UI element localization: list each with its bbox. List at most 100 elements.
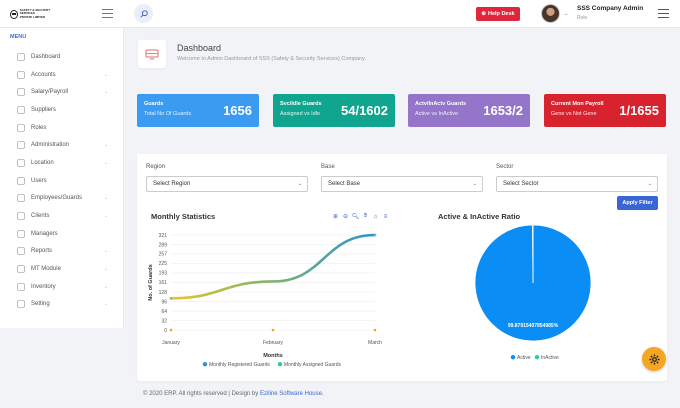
chart-toolbar: ⊕ ⊖ 🔍︎ ✋︎ ⌂ ≡ <box>332 213 389 220</box>
chevron-down-icon: ⌄ <box>103 195 108 202</box>
company-logo[interactable]: SAFETY & SECURITY SERVICES PRIVATE LIMIT… <box>10 8 58 20</box>
stat-card[interactable]: Actv/InActv Guards Active vs InActive 1653… <box>408 94 530 127</box>
managers-icon <box>16 229 25 238</box>
sidebar-item-suppliers[interactable]: Suppliers <box>0 101 124 119</box>
dashboard-header-icon <box>138 40 166 68</box>
stat-card[interactable]: Current Mon Payroll Gene vs Not Gene 1/165… <box>544 94 666 127</box>
stat-card[interactable]: Guards Total No Of Guards 1656 <box>137 94 259 127</box>
help-desk-label: Help Desk <box>488 11 515 17</box>
stat-card-subtitle: Assigned vs Idle <box>280 111 321 117</box>
sidebar-item-label: Location <box>31 159 54 166</box>
sidebar-item-employees-guards[interactable]: Employees/Guards ⌄ <box>0 190 124 208</box>
sidebar-item-users[interactable]: Users <box>0 172 124 190</box>
sidebar-item-reports[interactable]: Reports ⌄ <box>0 243 124 261</box>
page-title: Dashboard <box>177 43 222 53</box>
chevron-down-icon: ⌄ <box>103 283 108 290</box>
sidebar-item-label: Administration <box>31 142 70 149</box>
region-label: Region <box>146 164 166 170</box>
chevron-down-icon: ⌄ <box>297 181 302 187</box>
y-tick-label: 64 <box>161 309 167 315</box>
y-tick-label: 32 <box>161 318 167 324</box>
magnify-icon[interactable]: 🔍︎ <box>352 213 360 220</box>
sidebar-item-inventory[interactable]: Inventory ⌄ <box>0 278 124 296</box>
dashboard-panel: Region Select Region ⌄ Base Select Base … <box>137 154 667 381</box>
base-select[interactable]: Select Base ⌄ <box>321 176 483 192</box>
footer-link[interactable]: Eziline Software House. <box>260 391 324 397</box>
settings-button[interactable] <box>642 347 666 371</box>
pan-icon[interactable]: ✋︎ <box>362 213 369 220</box>
sidebar-item-label: MT Module <box>31 266 61 273</box>
users-icon <box>16 176 25 185</box>
stat-card-subtitle: Total No Of Guards <box>144 111 192 117</box>
stat-card-title: Current Mon Payroll <box>551 101 604 107</box>
pie-chart: 99.87915407854985% Active InActive <box>474 224 592 361</box>
top-bar: SAFETY & SECURITY SERVICES PRIVATE LIMIT… <box>0 0 680 28</box>
logo-text-line2: PRIVATE LIMITED <box>19 14 46 19</box>
sidebar-item-setting[interactable]: Setting ⌄ <box>0 296 124 314</box>
sidebar-item-label: Inventory <box>31 283 56 290</box>
data-point-registered <box>271 280 275 283</box>
sidebar-item-roles[interactable]: Roles <box>0 119 124 137</box>
chart-menu-icon[interactable]: ≡ <box>382 213 389 220</box>
reset-home-icon[interactable]: ⌂ <box>372 213 379 220</box>
search-icon <box>139 9 148 18</box>
region-select[interactable]: Select Region ⌄ <box>146 176 308 192</box>
user-avatar[interactable] <box>541 4 560 23</box>
x-axis-label: Months <box>263 353 283 359</box>
sidebar-item-managers[interactable]: Managers <box>0 225 124 243</box>
sidebar-item-label: Dashboard <box>31 53 61 60</box>
sidebar-item-clients[interactable]: Clients ⌄ <box>0 207 124 225</box>
chevron-down-icon: ⌄ <box>472 181 477 187</box>
sidebar-item-location[interactable]: Location ⌄ <box>0 154 124 172</box>
chevron-down-icon[interactable]: ⌄ <box>564 11 568 17</box>
user-role: Role <box>577 15 588 21</box>
stat-card-title: Actv/InActv Guards <box>415 101 467 107</box>
y-tick-label: 225 <box>159 261 168 267</box>
sidebar-item-administration[interactable]: Administration ⌄ <box>0 136 124 154</box>
page-header: Dashboard Welcome to Admin Dashboard of … <box>124 28 680 83</box>
stat-card-title: Svc/Idle Guards <box>280 101 322 107</box>
data-point-assigned <box>271 328 275 332</box>
legend-label[interactable]: InActive <box>541 355 559 361</box>
data-point-assigned <box>373 328 377 332</box>
sidebar-toggle-icon[interactable] <box>102 9 113 18</box>
payroll-icon <box>16 88 25 97</box>
apply-filter-button[interactable]: Apply Filter <box>617 196 658 210</box>
search-button[interactable] <box>134 4 153 23</box>
stat-card[interactable]: Svc/Idle Guards Assigned vs Idle 54/1602 <box>273 94 395 127</box>
base-select-value: Select Base <box>328 181 361 187</box>
help-desk-button[interactable]: ⊕ Help Desk <box>476 7 520 21</box>
sidebar: MENU Dashboard Accounts ⌄ Salary/Payroll ⌄ Su… <box>0 28 124 328</box>
zoom-in-icon[interactable]: ⊕ <box>332 213 339 220</box>
stat-card-value: 1653/2 <box>483 103 523 118</box>
chevron-down-icon: ⌄ <box>103 248 108 255</box>
legend-label[interactable]: Monthly Registered Guards <box>209 362 270 368</box>
legend-label[interactable]: Active <box>517 355 531 361</box>
stat-card-value: 1656 <box>223 103 252 118</box>
sector-select[interactable]: Select Sector ⌄ <box>496 176 658 192</box>
data-point-registered <box>373 233 377 237</box>
sidebar-item-label: Managers <box>31 230 58 237</box>
roles-icon <box>16 123 25 132</box>
footer-text: © 2020 ERP. All rights reserved | Design… <box>143 391 259 397</box>
menu-icon[interactable] <box>658 9 669 18</box>
sidebar-item-label: Employees/Guards <box>31 195 83 202</box>
legend-marker <box>277 362 283 367</box>
sidebar-item-dashboard[interactable]: Dashboard <box>0 48 124 66</box>
sidebar-item-mt-module[interactable]: MT Module ⌄ <box>0 260 124 278</box>
line-chart-title: Monthly Statistics <box>151 212 216 221</box>
zoom-out-icon[interactable]: ⊖ <box>342 213 349 220</box>
y-tick-label: 321 <box>159 233 168 239</box>
sidebar-item-accounts[interactable]: Accounts ⌄ <box>0 66 124 84</box>
y-tick-label: 128 <box>159 290 168 296</box>
sidebar-item-label: Salary/Payroll <box>31 89 69 96</box>
y-axis-label: No. of Guards <box>148 264 154 300</box>
y-tick-label: 0 <box>164 328 167 334</box>
line-chart: 0 32 64 96 128 161 193 225 257 289 321 January Febru… <box>148 233 382 368</box>
sidebar-item-label: Roles <box>31 124 47 131</box>
inventory-icon <box>16 282 25 291</box>
chevron-down-icon: ⌄ <box>103 301 108 308</box>
sidebar-item-salary-payroll[interactable]: Salary/Payroll ⌄ <box>0 83 124 101</box>
user-name[interactable]: SSS Company Admin <box>577 5 643 12</box>
legend-label[interactable]: Monthly Assigned Guards <box>284 362 341 368</box>
